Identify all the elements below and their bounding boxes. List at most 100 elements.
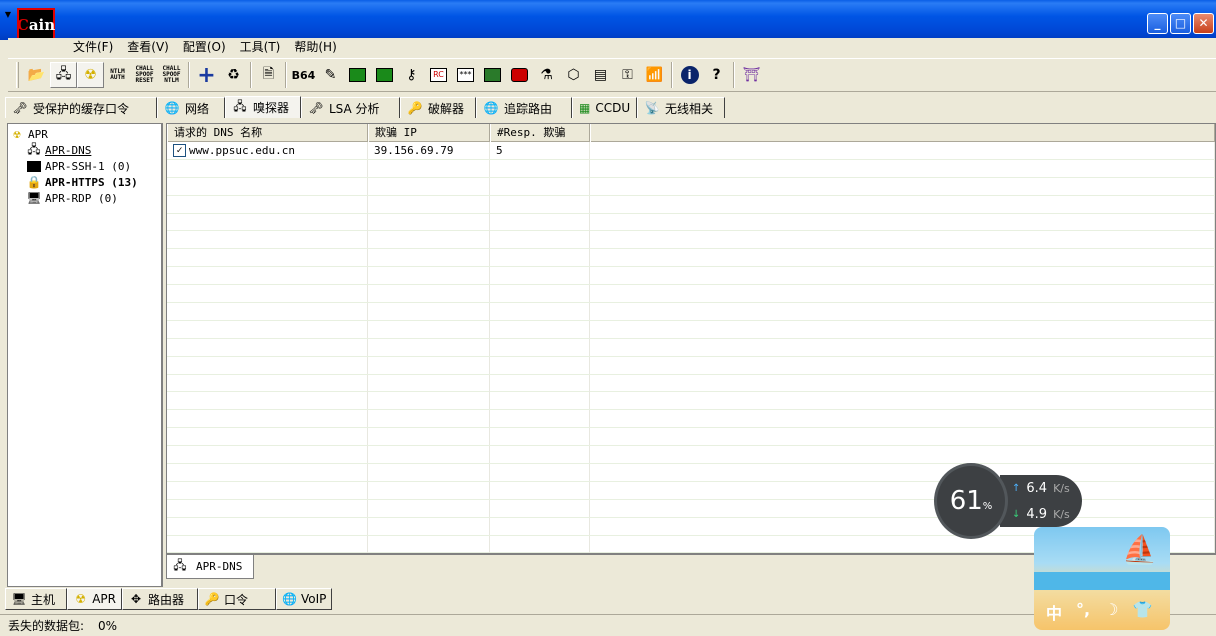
tab-voip[interactable]: 🌐 VoIP [276, 588, 332, 610]
info-icon[interactable]: i [676, 62, 703, 88]
vpn-icon[interactable] [371, 62, 398, 88]
empty-cell [490, 481, 590, 499]
tree-item-apr-dns[interactable]: 🖧 APR-DNS [8, 142, 161, 158]
empty-cell [590, 320, 1215, 338]
tab-cracker[interactable]: 🔑 破解器 [400, 97, 476, 118]
tab-traceroute[interactable]: 🌐 追踪路由 [476, 97, 572, 118]
system-menu-icon[interactable]: ▼ [3, 10, 13, 20]
menu-file[interactable]: 文件(F) [66, 38, 120, 56]
maximize-button[interactable]: □ [1170, 13, 1191, 34]
row-checkbox[interactable]: ✓ [173, 144, 186, 157]
tab-hosts[interactable]: 🖥 主机 [5, 588, 67, 610]
ime-fullwidth-icon[interactable]: ☽ [1104, 600, 1118, 624]
tab-wireless[interactable]: 📡 无线相关 [637, 97, 725, 118]
empty-cell [368, 428, 490, 446]
download-speed: ↓ 4.9 K/s [1012, 506, 1070, 522]
key-icon[interactable]: ⚷ [398, 62, 425, 88]
empty-cell [368, 231, 490, 249]
column-dns-name[interactable]: 请求的 DNS 名称 [167, 124, 368, 142]
ime-toolbar[interactable]: ⛵ 中 °, ☽ 👕 [1034, 527, 1170, 630]
empty-cell [368, 464, 490, 482]
tab-lsa-secrets[interactable]: 🗝 LSA 分析 [301, 97, 400, 118]
remove-icon[interactable]: ♻ [220, 62, 247, 88]
empty-cell [167, 213, 368, 231]
empty-cell [490, 464, 590, 482]
apr-radiation-icon[interactable]: ☢ [77, 62, 104, 88]
password-icon[interactable]: *** [452, 62, 479, 88]
toolbar-grip[interactable] [16, 62, 19, 88]
minimize-button[interactable]: _ [1147, 13, 1168, 34]
empty-row [167, 374, 1215, 393]
table-row[interactable]: ✓ www.ppsuc.edu.cn 39.156.69.79 5 [167, 142, 1215, 160]
help-icon[interactable]: ? [703, 62, 730, 88]
cisco-icon[interactable] [506, 62, 533, 88]
chall-spoof-ntlm-icon[interactable]: CHALL SPOOF NTLM [158, 62, 185, 88]
menu-tools[interactable]: 工具(T) [233, 38, 288, 56]
exit-icon[interactable]: ⛩ [738, 62, 765, 88]
ntlm-auth-icon[interactable]: NTLM AUTH [104, 62, 131, 88]
usage-gauge: 61 % [934, 463, 1008, 539]
empty-cell [590, 356, 1215, 374]
access-db-icon[interactable] [344, 62, 371, 88]
tab-passwords[interactable]: 🔑 口令 [198, 588, 276, 610]
tab-routers[interactable]: ✥ 路由器 [122, 588, 198, 610]
empty-cell [490, 338, 590, 356]
tree-item-apr-rdp[interactable]: 🖥 APR-RDP (0) [8, 190, 161, 206]
main-tabs: 🗝 受保护的缓存口令 🌐 网络 🖧 嗅探器 🗝 LSA 分析 🔑 破解器 🌐 追踪路由 ▦ C… [5, 96, 1216, 118]
empty-cell [590, 231, 1215, 249]
toolbar-separator [188, 62, 190, 88]
add-icon[interactable]: + [193, 62, 220, 88]
empty-row [167, 338, 1215, 357]
upload-speed: ↑ 6.4 K/s [1012, 480, 1070, 496]
tree-item-apr-ssh[interactable]: APR-SSH-1 (0) [8, 158, 161, 174]
ime-punctuation-toggle[interactable]: °, [1076, 600, 1090, 624]
menu-configure[interactable]: 配置(O) [176, 38, 233, 56]
tab-sniffer[interactable]: 🖧 嗅探器 [225, 96, 301, 118]
column-spoof-ip[interactable]: 欺骗 IP [368, 124, 490, 142]
wireless-icon[interactable]: 📶 [641, 62, 668, 88]
empty-cell [368, 481, 490, 499]
tab-apr[interactable]: ☢ APR [67, 588, 122, 610]
empty-cell [167, 428, 368, 446]
menu-view[interactable]: 查看(V) [120, 38, 176, 56]
lsa-icon[interactable] [479, 62, 506, 88]
base64-icon[interactable]: B64 [290, 62, 317, 88]
empty-cell [167, 338, 368, 356]
close-button[interactable]: ✕ [1193, 13, 1214, 34]
apr-tree: ☢ APR 🖧 APR-DNS APR-SSH-1 (0) 🔒 APR-HTTP… [7, 123, 163, 587]
empty-row [167, 356, 1215, 375]
sniffer-icon[interactable]: 🖧 [50, 62, 77, 88]
rsa-key-icon[interactable]: ⚿ [614, 62, 641, 88]
empty-cell [167, 195, 368, 213]
tab-ccdu[interactable]: ▦ CCDU [572, 97, 637, 118]
empty-cell [167, 159, 368, 177]
tab-network[interactable]: 🌐 网络 [157, 97, 225, 118]
rainbow-table-icon[interactable]: ▤ [587, 62, 614, 88]
empty-cell [368, 535, 490, 553]
hash-calc-icon[interactable]: ⚗ [533, 62, 560, 88]
subtab-apr-dns[interactable]: 🖧 APR-DNS [166, 555, 254, 579]
certificate-icon[interactable]: 🗎 [255, 62, 282, 88]
empty-cell [167, 267, 368, 285]
ime-language-toggle[interactable]: 中 [1046, 600, 1062, 624]
network-cube-icon[interactable]: ⬡ [560, 62, 587, 88]
column-filler [590, 124, 1215, 142]
empty-cell [368, 446, 490, 464]
menu-help[interactable]: 帮助(H) [287, 38, 343, 56]
tree-item-apr-https[interactable]: 🔒 APR-HTTPS (13) [8, 174, 161, 190]
ime-skin-icon[interactable]: 👕 [1132, 600, 1152, 624]
empty-cell [368, 392, 490, 410]
empty-cell [167, 356, 368, 374]
lost-packets-value: 0% [98, 618, 118, 633]
tab-protected-storage[interactable]: 🗝 受保护的缓存口令 [5, 97, 157, 118]
rc-icon[interactable]: RC [425, 62, 452, 88]
column-resp-spoof[interactable]: #Resp. 欺骗 [490, 124, 590, 142]
key-note-icon[interactable]: ✎ [317, 62, 344, 88]
empty-row [167, 159, 1215, 178]
chall-spoof-reset-icon[interactable]: CHALL SPOOF RESET [131, 62, 158, 88]
empty-row [167, 267, 1215, 286]
open-folder-icon[interactable]: 📂 [23, 62, 50, 88]
empty-cell [590, 213, 1215, 231]
empty-cell [490, 446, 590, 464]
app-logo[interactable]: Cain [17, 8, 55, 42]
